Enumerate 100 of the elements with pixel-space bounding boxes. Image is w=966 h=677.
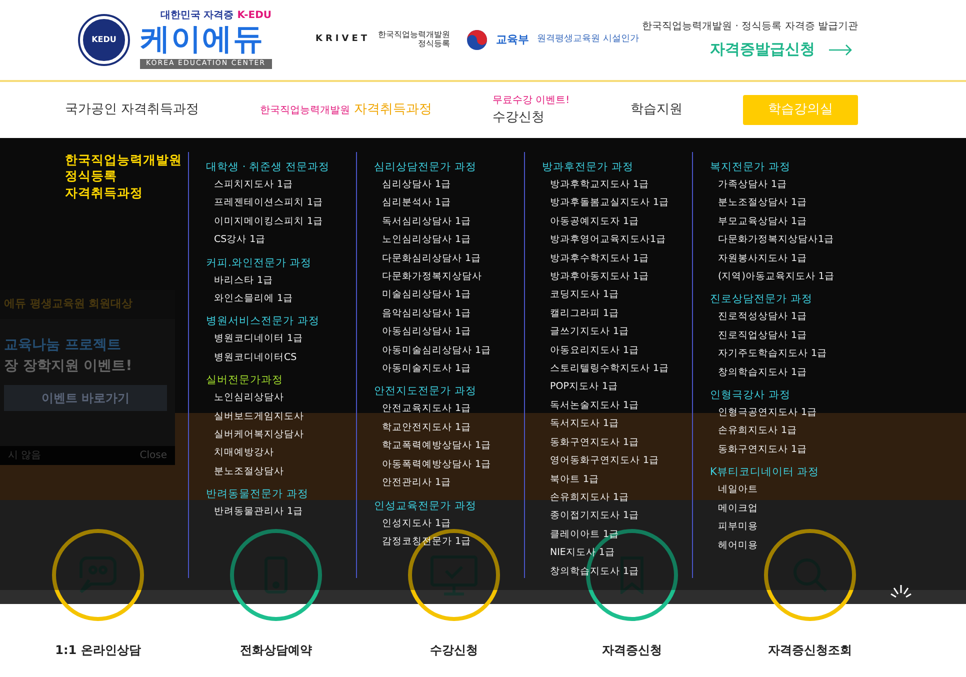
- monitor-icon: [430, 554, 478, 596]
- menu-item[interactable]: 아동요리지도사 1급: [542, 342, 692, 360]
- menu-item[interactable]: 피부미용: [710, 518, 860, 536]
- menu-item[interactable]: 아동폭력예방상담사 1급: [374, 456, 524, 474]
- menu-heading: 대학생 · 취준생 전문과정: [206, 160, 330, 175]
- menu-item[interactable]: 노인심리상담사: [206, 389, 356, 408]
- menu-item[interactable]: 병원코디네이터 1급: [206, 330, 356, 349]
- nav-link[interactable]: 국가공인 자격취득과정: [65, 100, 200, 120]
- menu-item[interactable]: 치매예방강사: [206, 444, 356, 463]
- menu-item[interactable]: 아동미술심리상담사 1급: [374, 342, 524, 360]
- menu-item[interactable]: 아동미술지도사 1급: [374, 360, 524, 378]
- nav-link[interactable]: 수강신청: [492, 108, 570, 128]
- menu-item[interactable]: 인성지도사 1급: [374, 514, 524, 533]
- menu-item[interactable]: 클레이아트 1급: [542, 526, 692, 544]
- popup-headline: 교육나눔 프로젝트: [4, 336, 122, 354]
- menu-item[interactable]: 인형극공연지도사 1급: [710, 404, 860, 422]
- menu-item[interactable]: 손유희지도사 1급: [542, 488, 692, 508]
- menu-item[interactable]: 아동공예지도자 1급: [542, 212, 692, 232]
- arrow-right-icon: [829, 44, 854, 56]
- menu-item[interactable]: 병원코디네이터CS: [206, 348, 356, 368]
- menu-heading: 복지전문가 과정: [710, 160, 792, 175]
- partner-name: 한국직업능력개발원: [378, 31, 450, 40]
- menu-title: 한국직업능력개발원: [65, 152, 183, 168]
- menu-item[interactable]: 메이크업: [710, 500, 860, 518]
- menu-item[interactable]: 다문화심리상담사 1급: [374, 250, 524, 268]
- menu-item[interactable]: 부모교육상담사 1급: [710, 212, 860, 232]
- menu-item[interactable]: 안전교육지도사 1급: [374, 400, 524, 419]
- menu-heading: 인형극강사 과정: [710, 388, 792, 404]
- menu-item[interactable]: 스피치지도사 1급: [206, 176, 356, 194]
- emblem-icon: [466, 29, 488, 51]
- menu-item[interactable]: 음악심리상담사 1급: [374, 304, 524, 324]
- menu-item[interactable]: 진로직업상담사 1급: [710, 326, 860, 346]
- quick-link-label[interactable]: 1:1 온라인상담: [55, 641, 141, 659]
- menu-item[interactable]: 다문화가정복지상담사: [374, 268, 524, 286]
- logo-emblem[interactable]: KEDU: [80, 16, 128, 64]
- menu-item[interactable]: 심리분석사 1급: [374, 194, 524, 213]
- quick-link-label[interactable]: 자격증신청: [602, 641, 662, 659]
- quick-link-label[interactable]: 자격증신청조회: [768, 641, 852, 659]
- menu-item[interactable]: (지역)아동교육지도사 1급: [710, 268, 860, 286]
- menu-item[interactable]: 노인심리상담사 1급: [374, 231, 524, 250]
- menu-item[interactable]: 이미지메이킹스피치 1급: [206, 212, 356, 232]
- menu-item[interactable]: 가족상담사 1급: [710, 176, 860, 194]
- menu-item[interactable]: POP지도사 1급: [542, 378, 692, 397]
- menu-item[interactable]: 안전관리사 1급: [374, 474, 524, 492]
- popup-title: 에듀 평생교육원 회원대상: [0, 290, 175, 318]
- chat-bubble-icon: [79, 556, 117, 594]
- menu-item[interactable]: 동화구연지도사 1급: [542, 434, 692, 452]
- menu-item[interactable]: 헤어미용: [710, 536, 860, 555]
- menu-item[interactable]: 진로적성상담사 1급: [710, 308, 860, 327]
- menu-item[interactable]: 프레젠테이션스피치 1급: [206, 194, 356, 213]
- menu-item[interactable]: 독서심리상담사 1급: [374, 212, 524, 232]
- nav-link[interactable]: 한국직업능력개발원 자격취득과정: [260, 100, 432, 120]
- menu-item[interactable]: 미술심리상담사 1급: [374, 286, 524, 305]
- quick-link-circle[interactable]: [764, 529, 856, 621]
- menu-heading: 심리상담전문가 과정: [374, 160, 478, 175]
- logo-tagline: 대한민국 자격증 K-EDU: [159, 11, 272, 22]
- menu-item[interactable]: 방과후돌봄교실지도사 1급: [542, 194, 692, 213]
- menu-item[interactable]: 심리상담사 1급: [374, 176, 524, 194]
- menu-item[interactable]: 독서논술지도사 1급: [542, 396, 692, 416]
- menu-item[interactable]: 반려동물관리사 1급: [206, 503, 356, 522]
- quick-link-label[interactable]: 수강신청: [430, 641, 478, 659]
- menu-item[interactable]: NIE지도사 1급: [542, 544, 692, 563]
- logo-name[interactable]: 케이에듀: [140, 25, 272, 56]
- menu-item[interactable]: 창의학습지도사 1급: [710, 364, 860, 382]
- menu-item[interactable]: 방과후수학지도사 1급: [542, 250, 692, 268]
- menu-item[interactable]: 학교안전지도사 1급: [374, 418, 524, 438]
- menu-item[interactable]: 손유희지도사 1급: [710, 422, 860, 441]
- menu-item[interactable]: 방과후아동지도사 1급: [542, 268, 692, 286]
- quick-link-circle[interactable]: [230, 529, 322, 621]
- menu-item[interactable]: 학교폭력예방상담사 1급: [374, 437, 524, 456]
- nav-prefix: 한국직업능력개발원: [260, 104, 350, 118]
- menu-item[interactable]: 방과후학교지도사 1급: [542, 176, 692, 194]
- menu-item[interactable]: 네일아트: [710, 481, 860, 500]
- menu-item[interactable]: 실버케어복지상담사: [206, 426, 356, 444]
- menu-item[interactable]: 북아트 1급: [542, 470, 692, 489]
- cta-caption: 한국직업능력개발원 · 정식등록 자격증 발급기관: [642, 20, 858, 34]
- menu-item[interactable]: 영어동화구연지도사 1급: [542, 452, 692, 470]
- quick-link-label[interactable]: 전화상담예약: [240, 641, 312, 659]
- menu-item[interactable]: 바리스타 1급: [206, 272, 356, 290]
- menu-item[interactable]: 종이접기지도사 1급: [542, 507, 692, 526]
- menu-item[interactable]: 자원봉사지도사 1급: [710, 250, 860, 268]
- menu-item[interactable]: 스토리텔링수학지도사 1급: [542, 360, 692, 378]
- menu-item[interactable]: 방과후영어교육지도사1급: [542, 231, 692, 250]
- menu-item[interactable]: 분노조절상담사 1급: [710, 194, 860, 213]
- menu-item[interactable]: 창의학습지도사 1급: [542, 562, 692, 581]
- menu-item[interactable]: 캘리그라피 1급: [542, 304, 692, 324]
- quick-link-circle[interactable]: [52, 529, 144, 621]
- menu-item[interactable]: 아동심리상담사 1급: [374, 323, 524, 342]
- menu-item[interactable]: CS강사 1급: [206, 231, 356, 250]
- menu-item[interactable]: 자기주도학습지도사 1급: [710, 345, 860, 364]
- menu-item[interactable]: 분노조절상담사: [206, 462, 356, 482]
- menu-item[interactable]: 글쓰기지도사 1급: [542, 323, 692, 342]
- menu-item[interactable]: 독서지도사 1급: [542, 415, 692, 434]
- menu-item[interactable]: 코딩지도사 1급: [542, 286, 692, 305]
- menu-item[interactable]: 다문화가정복지상담사1급: [710, 231, 860, 250]
- menu-item[interactable]: 동화구연지도사 1급: [710, 440, 860, 460]
- nav-link[interactable]: 학습지원: [630, 100, 682, 120]
- menu-item[interactable]: 와인소믈리에 1급: [206, 290, 356, 308]
- partner-name: 교육부: [496, 32, 530, 48]
- menu-item[interactable]: 실버보드게임지도사: [206, 408, 356, 426]
